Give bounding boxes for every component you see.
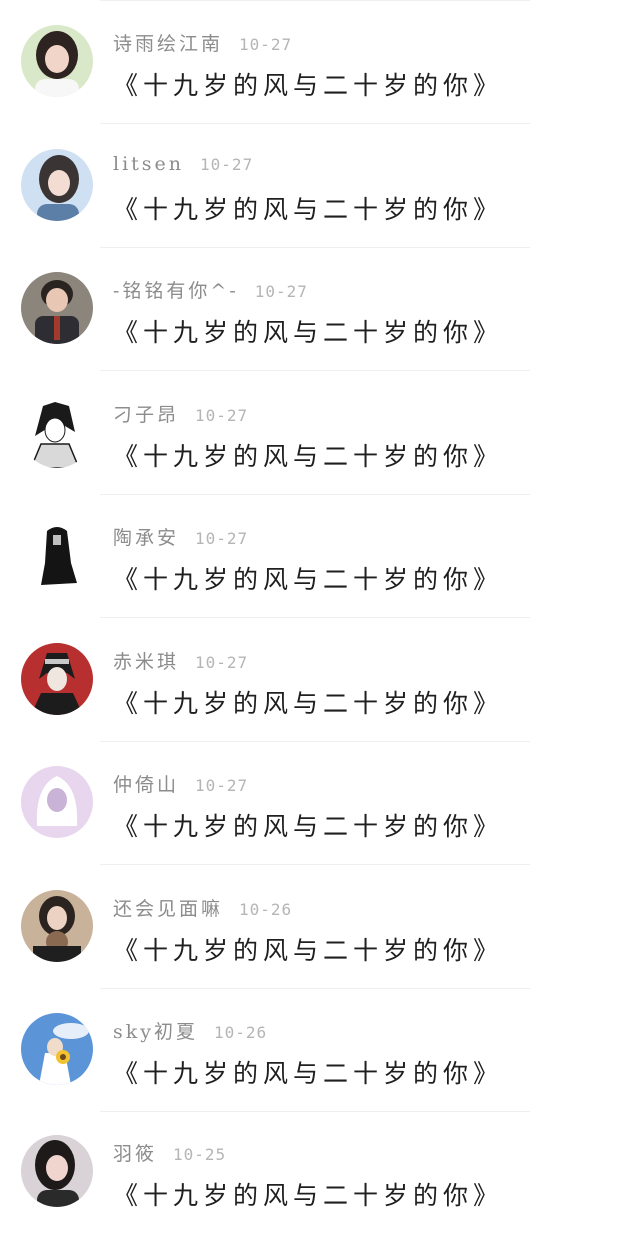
comment-date: 10-27 (200, 155, 253, 174)
comment-date: 10-27 (195, 529, 248, 548)
anime-girl-silhouette-avatar-icon[interactable] (21, 519, 93, 591)
comment-meta: 羽筱 10-25 (113, 1139, 226, 1165)
anime-boy-sketch-avatar-icon[interactable] (21, 396, 93, 468)
list-item[interactable]: 还会见面嘛 10-26 《十九岁的风与二十岁的你》 (0, 865, 640, 989)
list-item[interactable]: -铭铭有你^- 10-27 《十九岁的风与二十岁的你》 (0, 247, 640, 371)
list-item[interactable]: 赤米琪 10-27 《十九岁的风与二十岁的你》 (0, 618, 640, 742)
comment-meta: 还会见面嘛 10-26 (113, 894, 292, 920)
girl-photo-avatar-icon[interactable] (21, 149, 93, 221)
girl-photo-avatar-icon[interactable] (21, 1135, 93, 1207)
comment-meta: 诗雨绘江南 10-27 (113, 29, 292, 55)
comment-meta: litsen 10-27 (113, 153, 253, 179)
comment-list: 诗雨绘江南 10-27 《十九岁的风与二十岁的你》 litsen 10-27 《… (0, 0, 640, 1212)
boy-uniform-avatar-icon[interactable] (21, 272, 93, 344)
username[interactable]: 羽筱 (113, 1139, 157, 1166)
comment-date: 10-26 (214, 1023, 267, 1042)
song-title[interactable]: 《十九岁的风与二十岁的你》 (113, 807, 503, 843)
list-item[interactable]: litsen 10-27 《十九岁的风与二十岁的你》 (0, 124, 640, 248)
username[interactable]: -铭铭有你^- (113, 276, 239, 303)
comment-meta: 刁子昂 10-27 (113, 400, 248, 426)
comment-meta: 赤米琪 10-27 (113, 647, 248, 673)
comment-meta: sky初夏 10-26 (113, 1017, 267, 1043)
username[interactable]: 还会见面嘛 (113, 894, 223, 921)
username[interactable]: sky初夏 (113, 1017, 198, 1044)
song-title[interactable]: 《十九岁的风与二十岁的你》 (113, 437, 503, 473)
girl-photo-avatar-icon[interactable] (21, 25, 93, 97)
username[interactable]: 诗雨绘江南 (113, 29, 223, 56)
list-item[interactable]: sky初夏 10-26 《十九岁的风与二十岁的你》 (0, 988, 640, 1112)
list-item[interactable]: 刁子昂 10-27 《十九岁的风与二十岁的你》 (0, 371, 640, 495)
username[interactable]: 仲倚山 (113, 770, 179, 797)
username[interactable]: 赤米琪 (113, 647, 179, 674)
anime-pastel-avatar-icon[interactable] (21, 766, 93, 838)
song-title[interactable]: 《十九岁的风与二十岁的你》 (113, 931, 503, 967)
username[interactable]: 刁子昂 (113, 400, 179, 427)
username[interactable]: litsen (113, 153, 184, 175)
comment-date: 10-26 (239, 900, 292, 919)
comment-date: 10-25 (173, 1145, 226, 1164)
anime-red-cloud-avatar-icon[interactable] (21, 643, 93, 715)
comment-meta: 仲倚山 10-27 (113, 770, 248, 796)
comment-date: 10-27 (195, 406, 248, 425)
list-item[interactable]: 诗雨绘江南 10-27 《十九岁的风与二十岁的你》 (0, 0, 640, 124)
comment-date: 10-27 (195, 653, 248, 672)
song-title[interactable]: 《十九岁的风与二十岁的你》 (113, 560, 503, 596)
list-item[interactable]: 仲倚山 10-27 《十九岁的风与二十岁的你》 (0, 741, 640, 865)
username[interactable]: 陶承安 (113, 523, 179, 550)
comment-date: 10-27 (239, 35, 292, 54)
song-title[interactable]: 《十九岁的风与二十岁的你》 (113, 190, 503, 226)
comment-date: 10-27 (195, 776, 248, 795)
comment-meta: 陶承安 10-27 (113, 523, 248, 549)
list-item[interactable]: 陶承安 10-27 《十九岁的风与二十岁的你》 (0, 494, 640, 618)
comment-date: 10-27 (255, 282, 308, 301)
song-title[interactable]: 《十九岁的风与二十岁的你》 (113, 1176, 503, 1212)
anime-sunflower-sky-avatar-icon[interactable] (21, 1013, 93, 1085)
song-title[interactable]: 《十九岁的风与二十岁的你》 (113, 313, 503, 349)
song-title[interactable]: 《十九岁的风与二十岁的你》 (113, 684, 503, 720)
song-title[interactable]: 《十九岁的风与二十岁的你》 (113, 1054, 503, 1090)
song-title[interactable]: 《十九岁的风与二十岁的你》 (113, 66, 503, 102)
list-item[interactable]: 羽筱 10-25 《十九岁的风与二十岁的你》 (0, 1112, 640, 1235)
comment-meta: -铭铭有你^- 10-27 (113, 276, 308, 302)
girl-bear-photo-avatar-icon[interactable] (21, 890, 93, 962)
